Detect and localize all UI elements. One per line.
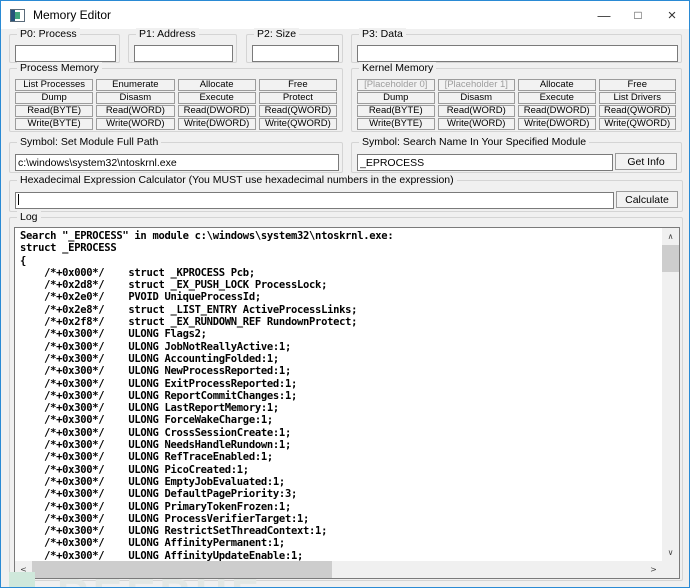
process-write-byte-button[interactable]: Write(BYTE) [15,118,94,130]
p3-data-input[interactable] [357,45,678,62]
process-write-word-button[interactable]: Write(WORD) [96,118,175,130]
kernel-dump-button[interactable]: Dump [357,92,435,104]
group-symbol-search: Symbol: Search Name In Your Specified Mo… [351,136,682,173]
titlebar: Memory Editor — □ × [1,1,689,29]
process-memory-label: Process Memory [17,62,102,74]
process-protect-button[interactable]: Protect [258,92,337,104]
group-p0-label: P0: Process [17,28,80,40]
process-read-dword-button[interactable]: Read(DWORD) [177,105,256,117]
p1-address-input[interactable] [134,45,233,62]
p2-size-input[interactable] [252,45,339,62]
maximize-icon[interactable]: □ [621,1,655,29]
process-allocate-button[interactable]: Allocate [177,79,256,91]
process-execute-button[interactable]: Execute [177,92,256,104]
kernel-execute-button[interactable]: Execute [518,92,596,104]
log-textarea[interactable]: Search "_EPROCESS" in module c:\windows\… [14,227,680,579]
module-path-label: Symbol: Set Module Full Path [17,136,162,148]
group-hex-calculator: Hexadecimal Expression Calculator (You M… [9,174,683,212]
minimize-icon[interactable]: — [587,1,621,29]
symbol-search-input[interactable] [357,154,613,171]
group-process-memory: Process Memory List Processes Enumerate … [9,62,343,132]
group-log: Log Search "_EPROCESS" in module c:\wind… [9,211,683,581]
hex-expression-input[interactable] [15,192,614,209]
kernel-placeholder-1-button: [Placeholder 1] [437,79,515,91]
process-enumerate-button[interactable]: Enumerate [96,79,175,91]
vertical-scrollbar-thumb[interactable] [662,245,679,272]
process-memory-buttons: List Processes Enumerate Allocate Free D… [15,79,337,130]
log-label: Log [17,211,41,223]
process-read-qword-button[interactable]: Read(QWORD) [258,105,337,117]
process-dump-button[interactable]: Dump [15,92,94,104]
kernel-write-word-button[interactable]: Write(WORD) [437,118,515,130]
kernel-read-dword-button[interactable]: Read(DWORD) [518,105,596,117]
process-write-qword-button[interactable]: Write(QWORD) [258,118,337,130]
process-write-dword-button[interactable]: Write(DWORD) [177,118,256,130]
group-p3-data: P3: Data [351,28,682,63]
caption-buttons: — □ × [587,1,689,29]
kernel-allocate-button[interactable]: Allocate [518,79,596,91]
group-p1-address: P1: Address [128,28,237,63]
log-content: Search "_EPROCESS" in module c:\windows\… [20,230,394,561]
process-read-byte-button[interactable]: Read(BYTE) [15,105,94,117]
group-module-path: Symbol: Set Module Full Path [9,136,343,173]
kernel-free-button[interactable]: Free [598,79,676,91]
kernel-write-byte-button[interactable]: Write(BYTE) [357,118,435,130]
group-p2-label: P2: Size [254,28,300,40]
process-disasm-button[interactable]: Disasm [96,92,175,104]
kernel-read-byte-button[interactable]: Read(BYTE) [357,105,435,117]
group-p1-label: P1: Address [136,28,199,40]
group-kernel-memory: Kernel Memory [Placeholder 0] [Placehold… [351,62,682,132]
client-area: P0: Process P1: Address P2: Size P3: Dat… [1,28,689,587]
log-vertical-scrollbar[interactable]: ∧ ∨ [662,228,679,561]
kernel-read-qword-button[interactable]: Read(QWORD) [598,105,676,117]
kernel-disasm-button[interactable]: Disasm [437,92,515,104]
app-icon [10,8,25,22]
p0-process-input[interactable] [15,45,116,62]
kernel-read-word-button[interactable]: Read(WORD) [437,105,515,117]
symbol-search-label: Symbol: Search Name In Your Specified Mo… [359,136,590,148]
scroll-left-icon[interactable]: < [15,561,32,578]
kernel-memory-label: Kernel Memory [359,62,437,74]
scrollbar-corner [662,561,679,578]
close-icon[interactable]: × [655,1,689,29]
horizontal-scrollbar-thumb[interactable] [32,561,332,578]
kernel-placeholder-0-button: [Placeholder 0] [357,79,435,91]
memory-editor-window: Memory Editor — □ × P0: Process P1: Addr… [0,0,690,588]
process-free-button[interactable]: Free [258,79,337,91]
kernel-list-drivers-button[interactable]: List Drivers [598,92,676,104]
kernel-memory-buttons: [Placeholder 0] [Placeholder 1] Allocate… [357,79,676,130]
scroll-down-icon[interactable]: ∨ [662,544,679,561]
kernel-write-qword-button[interactable]: Write(QWORD) [598,118,676,130]
window-title: Memory Editor [33,8,112,22]
log-horizontal-scrollbar[interactable]: < > [15,561,662,578]
module-path-input[interactable] [15,154,339,171]
scroll-right-icon[interactable]: > [645,561,662,578]
hex-calculator-label: Hexadecimal Expression Calculator (You M… [17,174,457,186]
scroll-up-icon[interactable]: ∧ [662,228,679,245]
get-info-button[interactable]: Get Info [615,153,677,170]
group-p3-label: P3: Data [359,28,406,40]
group-p2-size: P2: Size [246,28,343,63]
text-caret [18,194,19,205]
process-list-processes-button[interactable]: List Processes [15,79,94,91]
process-read-word-button[interactable]: Read(WORD) [96,105,175,117]
group-p0-process: P0: Process [9,28,120,63]
kernel-write-dword-button[interactable]: Write(DWORD) [518,118,596,130]
calculate-button[interactable]: Calculate [616,191,678,208]
